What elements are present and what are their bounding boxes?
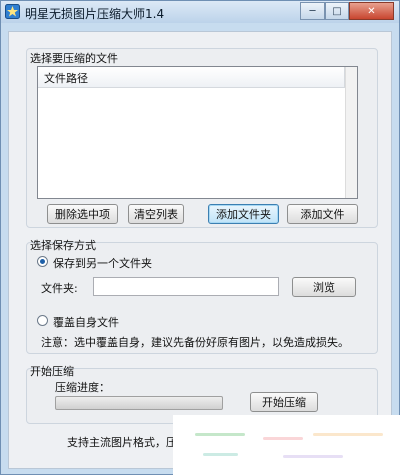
file-list[interactable]: 文件路径 <box>37 66 358 199</box>
compress-progress-bar <box>55 396 223 410</box>
folder-path-input[interactable] <box>93 277 279 296</box>
file-list-header[interactable]: 文件路径 <box>38 67 345 88</box>
overlay-mark <box>283 455 343 458</box>
save-method-group-label: 选择保存方式 <box>30 239 96 252</box>
save-to-other-folder-radio[interactable] <box>37 256 48 267</box>
folder-field-label: 文件夹: <box>41 282 78 295</box>
client-area: 选择要压缩的文件 文件路径 删除选中项 清空列表 添加文件夹 添加文件 选择保存… <box>8 31 392 469</box>
compress-progress-label: 压缩进度： <box>55 381 110 394</box>
browse-button[interactable]: 浏览 <box>292 277 356 297</box>
overlay-mark <box>263 437 303 440</box>
overwrite-warning-note: 注意：选中覆盖自身，建议先备份好原有图片，以免造成损失。 <box>41 336 349 349</box>
app-window: 明星无损图片压缩大师1.4 ─ □ ✕ 选择要压缩的文件 文件路径 删除选中项 … <box>0 0 400 476</box>
overlay-mark <box>203 453 238 456</box>
overlay-mark <box>313 433 383 436</box>
app-logo-icon <box>5 4 20 19</box>
clear-list-button[interactable]: 清空列表 <box>128 204 184 224</box>
overwrite-self-label[interactable]: 覆盖自身文件 <box>53 314 119 330</box>
maximize-button[interactable]: □ <box>325 2 349 20</box>
save-method-group: 选择保存方式 保存到另一个文件夹 文件夹: 浏览 覆盖自身文件 注意：选中覆盖自… <box>26 239 378 354</box>
save-to-other-folder-label[interactable]: 保存到另一个文件夹 <box>53 255 152 271</box>
minimize-icon: ─ <box>309 5 316 17</box>
window-title: 明星无损图片压缩大师1.4 <box>25 7 165 21</box>
file-select-group: 选择要压缩的文件 文件路径 删除选中项 清空列表 添加文件夹 添加文件 <box>26 48 378 228</box>
file-path-column-header[interactable]: 文件路径 <box>44 70 88 86</box>
maximize-icon: □ <box>332 5 342 17</box>
close-icon: ✕ <box>367 5 376 17</box>
file-select-group-label: 选择要压缩的文件 <box>30 52 118 65</box>
delete-selected-button[interactable]: 删除选中项 <box>47 204 118 224</box>
overwrite-self-radio[interactable] <box>37 315 48 326</box>
start-compress-group-label: 开始压缩 <box>30 365 74 378</box>
close-button[interactable]: ✕ <box>349 2 394 20</box>
start-compress-button[interactable]: 开始压缩 <box>250 392 318 412</box>
watermark-overlay <box>173 415 400 476</box>
overlay-mark <box>195 433 245 436</box>
title-bar[interactable]: 明星无损图片压缩大师1.4 ─ □ ✕ <box>1 1 399 23</box>
add-folder-button[interactable]: 添加文件夹 <box>208 204 279 224</box>
minimize-button[interactable]: ─ <box>300 2 325 20</box>
add-file-button[interactable]: 添加文件 <box>287 204 358 224</box>
radio-selected-dot <box>40 259 45 264</box>
file-list-scrollbar[interactable] <box>345 67 357 198</box>
footer-supported-formats: 支持主流图片格式，压缩 <box>67 436 188 449</box>
